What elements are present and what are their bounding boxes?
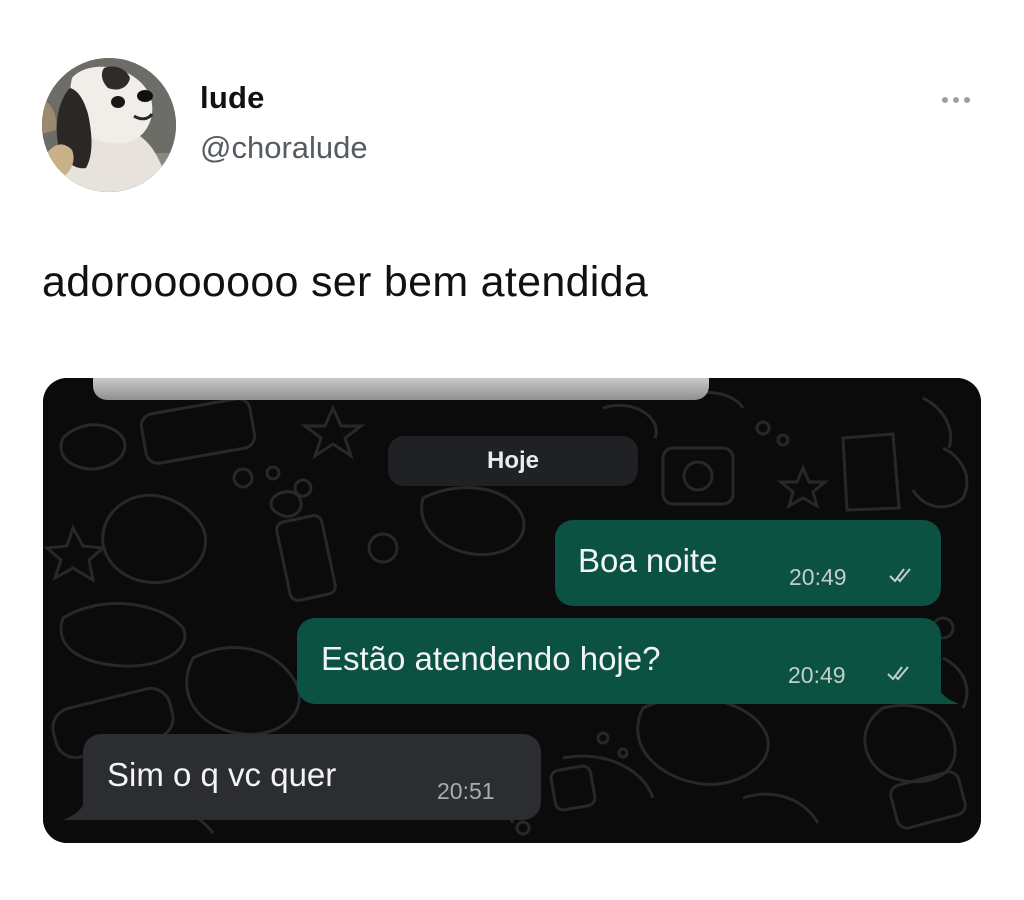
message-text: Sim o q vc quer [107, 756, 337, 793]
message-time: 20:49 [788, 662, 846, 688]
avatar[interactable] [42, 58, 176, 192]
user-handle[interactable]: @choralude [200, 130, 368, 166]
message-time: 20:51 [437, 778, 495, 804]
top-bar-edge [93, 378, 709, 400]
bubble-tail [63, 790, 89, 820]
bubble-tail [933, 674, 959, 704]
more-dots-icon[interactable] [932, 88, 980, 112]
display-name[interactable]: lude [200, 80, 265, 116]
date-chip: Hoje [388, 436, 638, 486]
double-check-icon [889, 568, 911, 583]
dot [953, 97, 959, 103]
dot [942, 97, 948, 103]
dot [964, 97, 970, 103]
message-time: 20:49 [789, 564, 847, 590]
chat-screenshot[interactable]: Hoje Boa noite 20:49 Estão atendendo hoj… [43, 378, 981, 843]
tweet-card: lude @choralude adorooooooo ser bem aten… [0, 0, 1024, 900]
message-bubble-outgoing[interactable]: Estão atendendo hoje? 20:49 [297, 618, 941, 704]
tweet-text: adorooooooo ser bem atendida [42, 258, 649, 306]
message-text: Boa noite [578, 542, 718, 579]
dog-photo-avatar-icon [42, 58, 176, 192]
message-bubble-outgoing[interactable]: Boa noite 20:49 [555, 520, 941, 606]
message-bubble-incoming[interactable]: Sim o q vc quer 20:51 [83, 734, 541, 820]
message-text: Estão atendendo hoje? [321, 640, 661, 677]
double-check-icon [887, 666, 909, 681]
